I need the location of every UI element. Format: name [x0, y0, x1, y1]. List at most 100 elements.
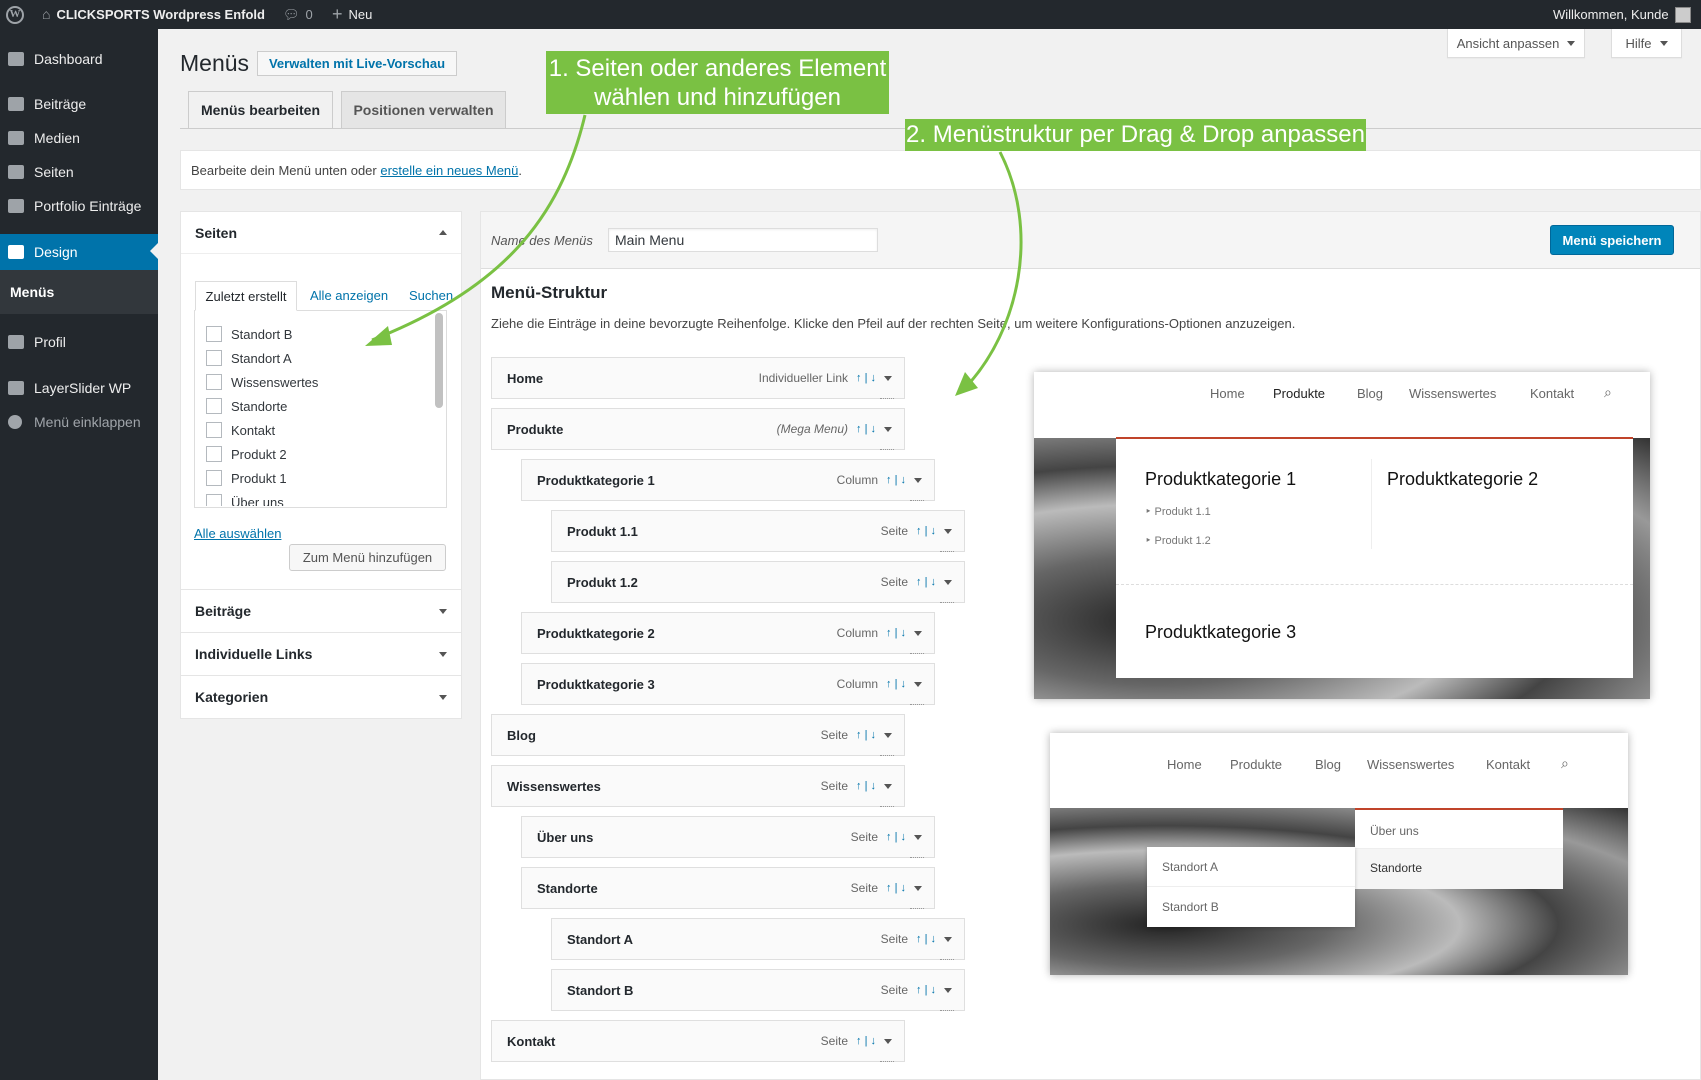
- menu-item[interactable]: Produkt 1.2 Seite ↑ | ↓: [551, 561, 965, 603]
- sidebar-item-media[interactable]: Medien: [0, 121, 158, 155]
- custom-links-accordion[interactable]: Individuelle Links: [180, 632, 462, 676]
- menu-item[interactable]: Home Individueller Link ↑ | ↓: [491, 357, 905, 399]
- sidebar-subitem-menus[interactable]: Menüs: [0, 270, 158, 314]
- sidebar-item-portfolio[interactable]: Portfolio Einträge: [0, 189, 158, 223]
- sidebar-item-posts[interactable]: Beiträge: [0, 87, 158, 121]
- move-arrows-icon[interactable]: ↑ | ↓: [886, 678, 906, 690]
- tab-recent[interactable]: Zuletzt erstellt: [195, 281, 297, 311]
- move-arrows-icon[interactable]: ↑ | ↓: [856, 729, 876, 741]
- page-checkbox-item[interactable]: Kontakt: [206, 422, 275, 438]
- expand-toggle-icon[interactable]: [914, 834, 922, 840]
- sidebar-item-pages[interactable]: Seiten: [0, 155, 158, 189]
- move-arrows-icon[interactable]: ↑ | ↓: [886, 474, 906, 486]
- checklist-scrollbar[interactable]: [435, 313, 443, 408]
- help-button[interactable]: Hilfe: [1611, 29, 1682, 58]
- move-arrows-icon[interactable]: ↑ | ↓: [856, 372, 876, 384]
- comments-link[interactable]: 💬︎ 0: [283, 0, 313, 29]
- sidebar-item-layerslider[interactable]: LayerSlider WP: [0, 371, 158, 405]
- sidebar-item-label: Seiten: [34, 164, 74, 180]
- save-menu-button[interactable]: Menü speichern: [1550, 225, 1674, 255]
- expand-toggle-icon[interactable]: [944, 987, 952, 993]
- menu-item[interactable]: Standorte Seite ↑ | ↓: [521, 867, 935, 909]
- site-name: CLICKSPORTS Wordpress Enfold: [56, 7, 265, 22]
- move-arrows-icon[interactable]: ↑ | ↓: [916, 525, 936, 537]
- expand-toggle-icon[interactable]: [944, 528, 952, 534]
- tab-manage-locations[interactable]: Positionen verwalten: [341, 91, 506, 129]
- expand-toggle-icon[interactable]: [884, 783, 892, 789]
- pages-accordion-header[interactable]: Seiten: [181, 212, 461, 254]
- checkbox[interactable]: [206, 326, 222, 342]
- menu-item[interactable]: Produkte (Mega Menu) ↑ | ↓: [491, 408, 905, 450]
- expand-toggle-icon[interactable]: [914, 681, 922, 687]
- select-all-link[interactable]: Alle auswählen: [194, 526, 281, 541]
- expand-toggle-icon[interactable]: [884, 732, 892, 738]
- page-checkbox-item[interactable]: Standorte: [206, 398, 287, 414]
- menu-item[interactable]: Standort B Seite ↑ | ↓: [551, 969, 965, 1011]
- menu-item[interactable]: Produktkategorie 2 Column ↑ | ↓: [521, 612, 935, 654]
- page-checkbox-item[interactable]: Produkt 1: [206, 470, 287, 486]
- sidebar-item-label: Beiträge: [34, 96, 87, 112]
- sidebar-item-design[interactable]: Design: [0, 234, 158, 270]
- menu-item[interactable]: Kontakt Seite ↑ | ↓: [491, 1020, 905, 1062]
- page-checkbox-item[interactable]: Standort A: [206, 350, 292, 366]
- checkbox[interactable]: [206, 446, 222, 462]
- sidebar-item-profile[interactable]: Profil: [0, 325, 158, 359]
- add-to-menu-button[interactable]: Zum Menü hinzufügen: [289, 544, 446, 571]
- move-arrows-icon[interactable]: ↑ | ↓: [886, 882, 906, 894]
- move-arrows-icon[interactable]: ↑ | ↓: [856, 423, 876, 435]
- move-arrows-icon[interactable]: ↑ | ↓: [856, 1035, 876, 1047]
- wp-logo[interactable]: W: [6, 0, 24, 29]
- page-checkbox-item[interactable]: Wissenswertes: [206, 374, 318, 390]
- page-checkbox-item[interactable]: Über uns: [206, 494, 284, 506]
- menu-item[interactable]: Blog Seite ↑ | ↓: [491, 714, 905, 756]
- move-arrows-icon[interactable]: ↑ | ↓: [886, 831, 906, 843]
- move-arrows-icon[interactable]: ↑ | ↓: [886, 627, 906, 639]
- menu-name-input[interactable]: Main Menu: [608, 228, 878, 252]
- menu-item[interactable]: Über uns Seite ↑ | ↓: [521, 816, 935, 858]
- menu-item[interactable]: Produktkategorie 1 Column ↑ | ↓: [521, 459, 935, 501]
- expand-toggle-icon[interactable]: [944, 936, 952, 942]
- menu-item[interactable]: Standort A Seite ↑ | ↓: [551, 918, 965, 960]
- menu-item-type: Seite: [820, 728, 849, 742]
- sidebar-item-label: Medien: [34, 130, 80, 146]
- checkbox[interactable]: [206, 398, 222, 414]
- menu-item[interactable]: Wissenswertes Seite ↑ | ↓: [491, 765, 905, 807]
- expand-toggle-icon[interactable]: [884, 1038, 892, 1044]
- move-arrows-icon[interactable]: ↑ | ↓: [916, 984, 936, 996]
- screen-options-button[interactable]: Ansicht anpassen: [1447, 29, 1585, 58]
- menu-item-type: Seite: [850, 830, 879, 844]
- collapse-menu-button[interactable]: Menü einklappen: [0, 405, 158, 439]
- menu-item-title: Über uns: [537, 829, 594, 845]
- live-preview-button[interactable]: Verwalten mit Live-Vorschau: [257, 51, 457, 76]
- checkbox[interactable]: [206, 374, 222, 390]
- sidebar-item-dashboard[interactable]: Dashboard: [0, 42, 158, 76]
- create-menu-link[interactable]: erstelle ein neues Menü: [380, 163, 518, 178]
- checkbox[interactable]: [206, 422, 222, 438]
- checkbox[interactable]: [206, 350, 222, 366]
- expand-toggle-icon[interactable]: [884, 375, 892, 381]
- tab-edit-menus[interactable]: Menüs bearbeiten: [188, 91, 333, 129]
- tab-view-all[interactable]: Alle anzeigen: [310, 288, 388, 303]
- preview-nav-item: Home: [1167, 757, 1202, 772]
- expand-toggle-icon[interactable]: [914, 630, 922, 636]
- new-content-link[interactable]: + Neu: [332, 0, 372, 29]
- page-checkbox-item[interactable]: Produkt 2: [206, 446, 287, 462]
- account-menu[interactable]: Willkommen, Kunde: [1553, 0, 1691, 29]
- menu-item[interactable]: Produktkategorie 3 Column ↑ | ↓: [521, 663, 935, 705]
- checkbox[interactable]: [206, 470, 222, 486]
- checkbox[interactable]: [206, 494, 222, 506]
- home-icon: ⌂: [42, 6, 51, 22]
- site-name-link[interactable]: ⌂ CLICKSPORTS Wordpress Enfold: [42, 0, 265, 29]
- move-arrows-icon[interactable]: ↑ | ↓: [856, 780, 876, 792]
- posts-accordion[interactable]: Beiträge: [180, 589, 462, 633]
- move-arrows-icon[interactable]: ↑ | ↓: [916, 933, 936, 945]
- tab-search[interactable]: Suchen: [409, 288, 454, 303]
- move-arrows-icon[interactable]: ↑ | ↓: [916, 576, 936, 588]
- categories-accordion[interactable]: Kategorien: [180, 675, 462, 719]
- expand-toggle-icon[interactable]: [884, 426, 892, 432]
- expand-toggle-icon[interactable]: [914, 885, 922, 891]
- expand-toggle-icon[interactable]: [914, 477, 922, 483]
- expand-toggle-icon[interactable]: [944, 579, 952, 585]
- page-checkbox-item[interactable]: Standort B: [206, 326, 292, 342]
- menu-item[interactable]: Produkt 1.1 Seite ↑ | ↓: [551, 510, 965, 552]
